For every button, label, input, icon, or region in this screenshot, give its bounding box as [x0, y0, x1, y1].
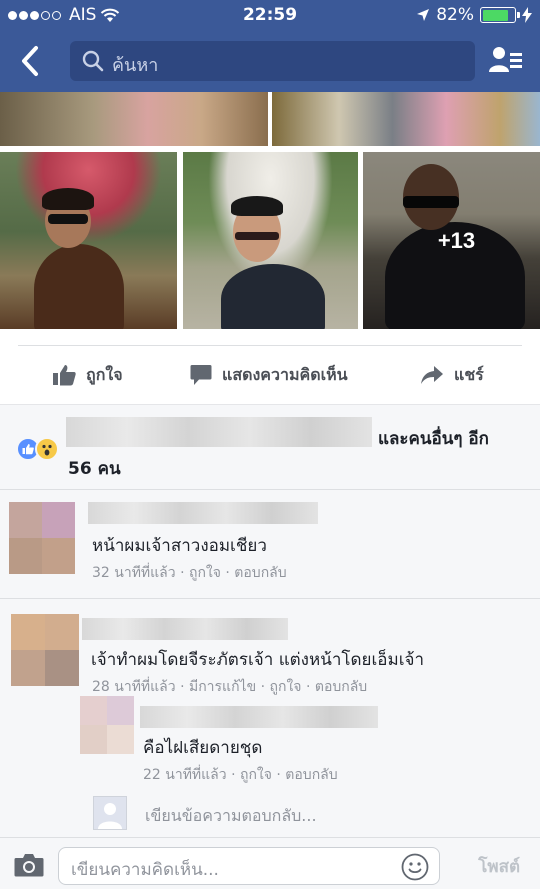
- comment-input[interactable]: เขียนความคิดเห็น...: [58, 847, 440, 885]
- comment-text: หน้าผมเจ้าสาวงอมเชียว: [92, 536, 267, 556]
- battery-percent: 82%: [436, 5, 474, 25]
- photo-person: [34, 244, 124, 329]
- wow-reaction-icon: [35, 437, 59, 461]
- share-arrow-icon: [421, 366, 443, 384]
- photo-person: [221, 264, 325, 329]
- photo-hair: [231, 196, 283, 216]
- emoji-icon[interactable]: [401, 853, 429, 881]
- photo-tile[interactable]: [0, 152, 177, 329]
- photo-tile[interactable]: [0, 92, 268, 146]
- comment-label: แสดงความคิดเห็น: [222, 364, 348, 384]
- search-icon: [82, 50, 104, 72]
- photo-sunglasses: [48, 214, 88, 224]
- comment-bubble-icon: [190, 365, 212, 385]
- replier-name[interactable]: [140, 706, 378, 728]
- comment-composer: เขียนความคิดเห็น... โพสต์: [0, 837, 540, 889]
- photo-tile[interactable]: [183, 152, 358, 329]
- my-avatar: [93, 796, 127, 830]
- comment-button[interactable]: แสดงความคิดเห็น: [190, 346, 348, 404]
- friends-list-button[interactable]: [488, 44, 524, 76]
- battery-icon: [480, 7, 520, 23]
- post-button[interactable]: โพสต์: [478, 853, 520, 880]
- more-photos-overlay[interactable]: +13: [363, 152, 540, 329]
- comment-placeholder: เขียนความคิดเห็น...: [71, 860, 219, 880]
- photo-hair: [42, 188, 94, 210]
- divider: [0, 598, 540, 599]
- reactions-and-others: และคนอื่นๆ อีก: [378, 429, 489, 449]
- thumbs-up-icon: [53, 365, 76, 386]
- person-list-icon: [489, 47, 522, 72]
- photo-glasses: [235, 232, 279, 240]
- like-button[interactable]: ถูกใจ: [52, 346, 123, 404]
- status-bar: AIS 22:59 82%: [0, 0, 540, 30]
- reply-text: คือไฝเสียดายชุด: [143, 738, 263, 758]
- comments-section: หน้าผมเจ้าสาวงอมเชียว 32 นาทีที่แล้ว · ถ…: [0, 490, 540, 837]
- reactions-count: 56 คน: [68, 459, 121, 479]
- like-label: ถูกใจ: [86, 364, 123, 384]
- post-actions: ถูกใจ แสดงความคิดเห็น แชร์: [0, 346, 540, 404]
- share-button[interactable]: แชร์: [420, 346, 484, 404]
- avatar[interactable]: [9, 502, 75, 574]
- commenter-name[interactable]: [82, 618, 288, 640]
- more-photos-count: +13: [437, 227, 476, 253]
- reaction-icons: [16, 437, 59, 461]
- avatar[interactable]: [80, 696, 134, 754]
- commenter-name[interactable]: [88, 502, 318, 524]
- reactions-summary[interactable]: และคนอื่นๆ อีก 56 คน: [0, 404, 540, 490]
- reply-input[interactable]: เขียนข้อความตอบกลับ...: [145, 804, 317, 829]
- nav-bar: ค้นหา: [0, 30, 540, 92]
- chevron-left-icon: [22, 46, 38, 76]
- status-right: 82%: [416, 5, 532, 25]
- back-button[interactable]: [16, 44, 46, 78]
- share-label: แชร์: [454, 364, 484, 384]
- reply-meta[interactable]: 22 นาทีที่แล้ว · ถูกใจ · ตอบกลับ: [143, 764, 338, 786]
- avatar[interactable]: [11, 614, 79, 686]
- search-placeholder: ค้นหา: [112, 55, 159, 76]
- comment-meta[interactable]: 28 นาทีที่แล้ว · มีการแก้ไข · ถูกใจ · ตอ…: [92, 676, 367, 698]
- search-input[interactable]: ค้นหา: [70, 41, 475, 81]
- comment-meta[interactable]: 32 นาทีที่แล้ว · ถูกใจ · ตอบกลับ: [92, 562, 287, 584]
- default-avatar-icon: [98, 803, 122, 829]
- comment-text: เจ้าทำผมโดยจีระภัตรเจ้า แต่งหน้าโดยเอ็มเ…: [91, 650, 425, 670]
- location-arrow-icon: [417, 9, 430, 21]
- photo-tile[interactable]: [272, 92, 540, 146]
- camera-button[interactable]: [14, 853, 44, 881]
- camera-icon: [14, 854, 44, 877]
- blurred-names: [66, 417, 372, 447]
- screen: AIS 22:59 82% ค้นหา +13 ถูกใจ แสดงความคิ…: [0, 0, 540, 889]
- photo-tile[interactable]: +13: [363, 152, 540, 329]
- charging-bolt-icon: [522, 7, 532, 23]
- battery-fill: [482, 9, 508, 21]
